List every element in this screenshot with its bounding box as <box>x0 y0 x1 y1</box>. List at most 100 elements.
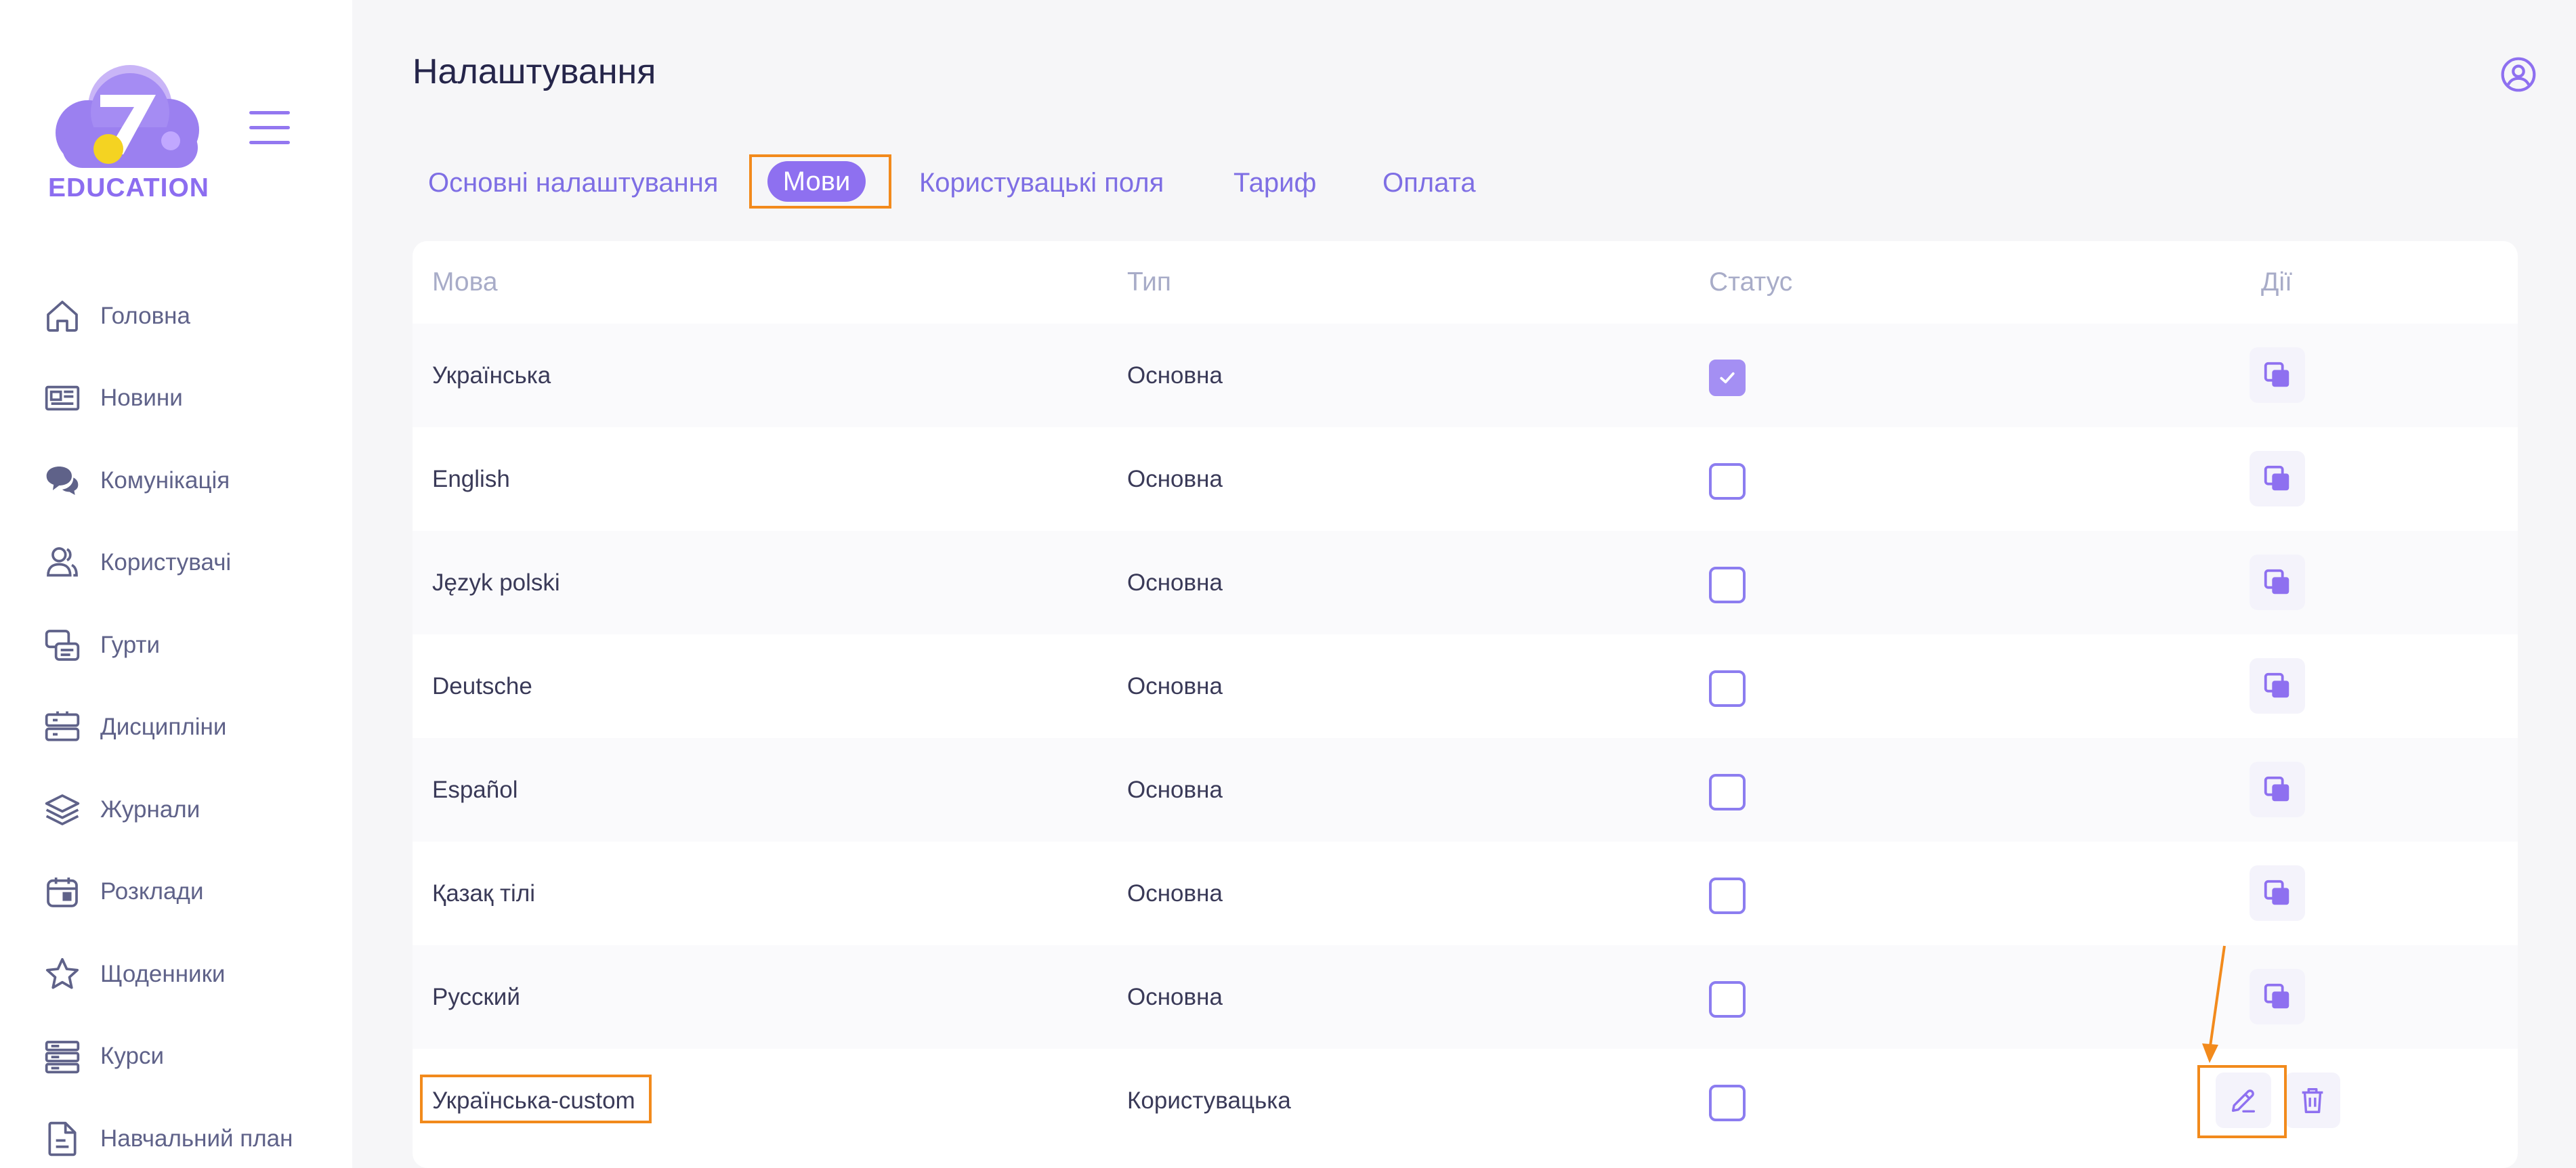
type-cell: Основна <box>1127 672 1223 699</box>
language-cell: Қазақ тілі <box>432 880 536 907</box>
copy-button[interactable] <box>2250 865 2305 921</box>
column-header-actions: Дії <box>2261 267 2292 297</box>
copy-button[interactable] <box>2250 555 2305 610</box>
burger-line <box>249 126 290 129</box>
copy-icon <box>2264 362 2289 387</box>
sidebar-item-label: Навчальний план <box>100 1125 293 1152</box>
user-account-icon[interactable] <box>2499 56 2537 93</box>
trash-icon <box>2302 1087 2323 1113</box>
sidebar-item-label: Щоденники <box>100 960 226 987</box>
pencil-icon <box>2231 1089 2256 1113</box>
sidebar-item-label: Головна <box>100 302 190 329</box>
sidebar-item-users[interactable]: Користувачі <box>0 522 352 605</box>
sidebar-item-journals[interactable]: Журнали <box>0 769 352 851</box>
copy-icon <box>2264 672 2289 698</box>
sidebar-item-label: Розклади <box>100 878 204 905</box>
type-cell: Основна <box>1127 880 1223 907</box>
table-row: Қазақ тілі Основна <box>413 842 2518 945</box>
sidebar-item-home[interactable]: Головна <box>0 275 352 358</box>
type-cell: Основна <box>1127 983 1223 1010</box>
copy-button[interactable] <box>2250 762 2305 817</box>
page-title: Налаштування <box>413 52 656 91</box>
groups-icon <box>42 625 83 666</box>
table-row: Deutsche Основна <box>413 634 2518 738</box>
document-icon <box>42 1119 83 1159</box>
tab-payment[interactable]: Оплата <box>1382 149 1476 217</box>
layers-icon <box>42 790 83 830</box>
status-checkbox[interactable] <box>1709 1085 1746 1121</box>
column-header-type: Тип <box>1127 267 1172 297</box>
copy-icon <box>2264 569 2289 594</box>
languages-table: Мова Тип Статус Дії Українська Основна E… <box>413 241 2518 1168</box>
disciplines-icon <box>42 707 83 748</box>
status-checkbox[interactable] <box>1709 463 1746 500</box>
edit-button[interactable] <box>2216 1073 2271 1128</box>
sidebar-item-schedules[interactable]: Розклади <box>0 851 352 934</box>
sidebar-item-label: Гурти <box>100 631 160 658</box>
server-icon <box>42 1036 83 1077</box>
sidebar-item-news[interactable]: Новини <box>0 358 352 440</box>
copy-icon <box>2264 983 2289 1009</box>
tab-custom-fields[interactable]: Користувацькі поля <box>919 149 1164 217</box>
copy-icon <box>2264 880 2289 905</box>
sidebar-item-label: Комунікація <box>100 467 230 494</box>
home-icon <box>42 296 83 337</box>
table-row: Русский Основна <box>413 945 2518 1049</box>
sidebar-item-label: Курси <box>100 1043 165 1070</box>
language-cell: Українська <box>432 362 551 389</box>
table-row: Español Основна <box>413 738 2518 842</box>
sidebar-item-courses[interactable]: Курси <box>0 1016 352 1098</box>
sidebar: EDUCATION Головна Новини Комунікація Кор… <box>0 0 352 1168</box>
sidebar-item-label: Дисципліни <box>100 714 227 741</box>
type-cell: Користувацька <box>1127 1087 1291 1114</box>
table-row: Українська-custom Користувацька <box>413 1049 2518 1152</box>
column-header-language: Мова <box>432 267 498 297</box>
sidebar-item-disciplines[interactable]: Дисципліни <box>0 687 352 769</box>
copy-button[interactable] <box>2250 347 2305 403</box>
star-icon <box>42 954 83 995</box>
type-cell: Основна <box>1127 569 1223 596</box>
sidebar-item-groups[interactable]: Гурти <box>0 604 352 687</box>
status-checkbox[interactable] <box>1709 360 1746 396</box>
delete-button[interactable] <box>2285 1073 2340 1128</box>
users-icon <box>42 542 83 583</box>
table-row: Українська Основна <box>413 324 2518 427</box>
tab-tariff[interactable]: Тариф <box>1233 149 1316 217</box>
tab-general-settings[interactable]: Основні налаштування <box>428 149 718 217</box>
status-checkbox[interactable] <box>1709 981 1746 1018</box>
status-checkbox[interactable] <box>1709 567 1746 603</box>
language-cell: Deutsche <box>432 672 532 699</box>
menu-toggle-button[interactable] <box>249 111 290 146</box>
status-checkbox[interactable] <box>1709 670 1746 707</box>
logo: EDUCATION <box>47 60 210 209</box>
table-header: Мова Тип Статус Дії <box>413 241 2518 324</box>
burger-line <box>249 141 290 144</box>
copy-button[interactable] <box>2250 969 2305 1024</box>
cloud-logo-icon <box>56 65 199 168</box>
logo-text: EDUCATION <box>48 173 209 202</box>
copy-icon <box>2264 465 2289 491</box>
language-cell: Español <box>432 776 518 803</box>
table-row: Język polski Основна <box>413 531 2518 634</box>
check-icon <box>1720 372 1735 384</box>
sidebar-nav: Головна Новини Комунікація Користувачі Г… <box>0 275 352 1168</box>
language-cell: Język polski <box>432 569 560 596</box>
sidebar-item-diaries[interactable]: Щоденники <box>0 933 352 1016</box>
newspaper-icon <box>42 378 83 418</box>
burger-line <box>249 111 290 114</box>
type-cell: Основна <box>1127 362 1223 389</box>
chat-icon <box>42 460 83 501</box>
type-cell: Основна <box>1127 465 1223 492</box>
calendar-icon <box>42 871 83 912</box>
tab-languages[interactable]: Мови <box>767 161 866 202</box>
copy-button[interactable] <box>2250 451 2305 506</box>
sidebar-item-curriculum[interactable]: Навчальний план <box>0 1098 352 1168</box>
language-cell: Русский <box>432 983 520 1010</box>
table-row: English Основна <box>413 427 2518 531</box>
sidebar-item-communication[interactable]: Комунікація <box>0 439 352 522</box>
status-checkbox[interactable] <box>1709 774 1746 810</box>
sidebar-item-label: Користувачі <box>100 549 232 576</box>
column-header-status: Статус <box>1709 267 1793 297</box>
copy-button[interactable] <box>2250 658 2305 714</box>
status-checkbox[interactable] <box>1709 878 1746 914</box>
